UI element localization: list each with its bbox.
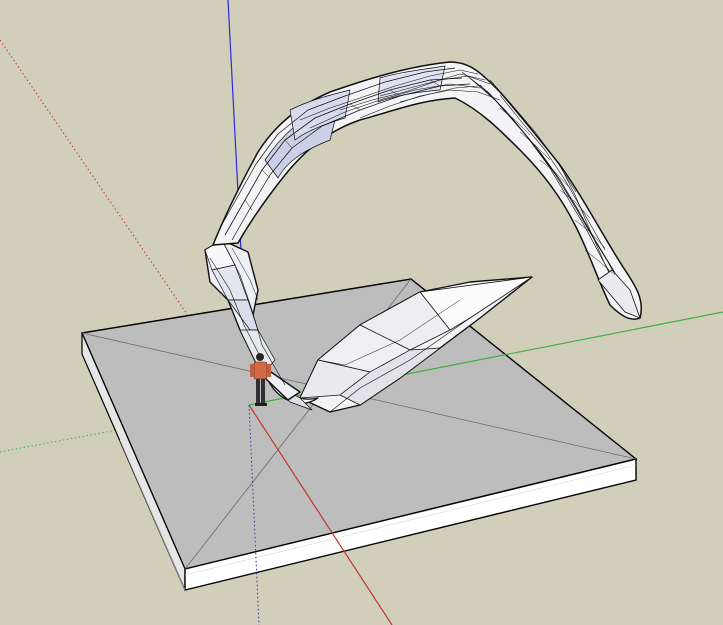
3d-viewport[interactable] (0, 0, 723, 625)
figure-shirt (253, 361, 268, 380)
figure-arm-right (267, 364, 271, 377)
ribbon-sculpture[interactable] (204, 61, 642, 413)
model-scene[interactable] (0, 0, 723, 625)
figure-head (256, 353, 264, 361)
figure-arm-left (250, 364, 254, 377)
sculpture-arch (212, 61, 642, 320)
figure-leg-left (256, 379, 260, 404)
figure-leg-right (261, 379, 265, 404)
